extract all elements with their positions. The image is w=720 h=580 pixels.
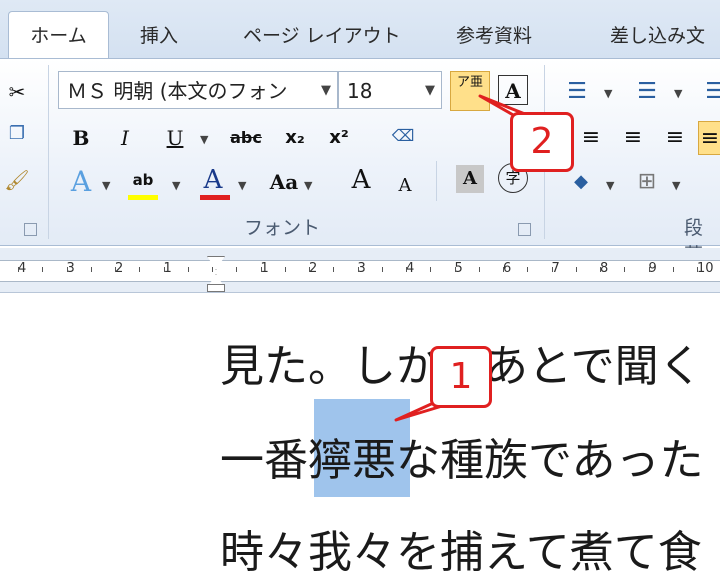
callout-1: 1 [430, 346, 492, 408]
callout-pointers [394, 94, 532, 422]
callout-2: 2 [510, 112, 574, 172]
